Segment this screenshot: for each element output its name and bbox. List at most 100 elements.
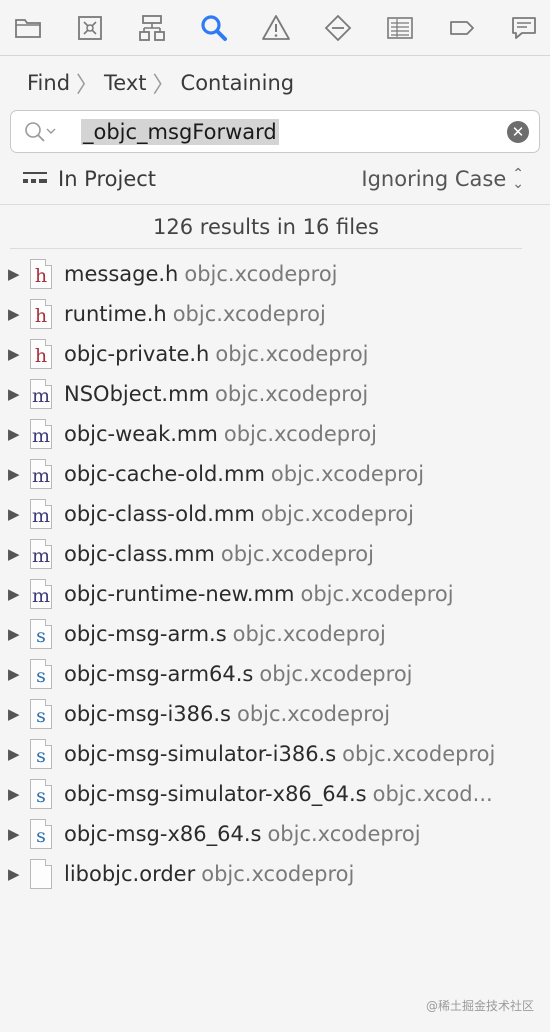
result-file-row[interactable]: ▶ m objc-cache-old.mm objc.xcodeproj <box>0 454 550 494</box>
disclosure-triangle-icon[interactable]: ▶ <box>0 265 30 283</box>
file-icon: s <box>30 659 52 689</box>
file-icon <box>30 859 52 889</box>
file-name: objc-class-old.mm <box>64 502 255 526</box>
disclosure-triangle-icon[interactable]: ▶ <box>0 705 30 723</box>
result-file-row[interactable]: ▶ s objc-msg-i386.s objc.xcodeproj <box>0 694 550 734</box>
file-name: objc-msg-arm.s <box>64 622 227 646</box>
disclosure-triangle-icon[interactable]: ▶ <box>0 865 30 883</box>
file-name: message.h <box>64 262 179 286</box>
search-field[interactable]: _objc_msgForward ✕ <box>10 110 540 153</box>
chevron-right-icon: 〉 <box>76 73 99 98</box>
file-icon: m <box>30 539 52 569</box>
file-name: objc-msg-arm64.s <box>64 662 254 686</box>
scope-icon <box>23 171 47 183</box>
disclosure-triangle-icon[interactable]: ▶ <box>0 665 30 683</box>
folder-icon[interactable] <box>10 10 46 46</box>
disclosure-triangle-icon[interactable]: ▶ <box>0 545 30 563</box>
project-name: objc.xcodeproj <box>220 542 374 566</box>
disclosure-triangle-icon[interactable]: ▶ <box>0 305 30 323</box>
report-message-icon[interactable] <box>506 10 542 46</box>
file-name: objc-runtime-new.mm <box>64 582 295 606</box>
updown-chevron-icon: ⌃ ⌄ <box>512 165 524 192</box>
disclosure-triangle-icon[interactable]: ▶ <box>0 585 30 603</box>
result-file-row[interactable]: ▶ s objc-msg-arm.s objc.xcodeproj <box>0 614 550 654</box>
search-input[interactable]: _objc_msgForward <box>81 118 279 145</box>
navigator-toolbar <box>0 0 550 56</box>
file-name: NSObject.mm <box>64 382 210 406</box>
file-icon: m <box>30 379 52 409</box>
project-name: objc.xcod... <box>372 782 493 806</box>
case-label: Ignoring Case <box>361 166 507 191</box>
disclosure-triangle-icon[interactable]: ▶ <box>0 385 30 403</box>
result-file-row[interactable]: ▶ m objc-runtime-new.mm objc.xcodeproj <box>0 574 550 614</box>
disclosure-triangle-icon[interactable]: ▶ <box>0 745 30 763</box>
result-file-row[interactable]: ▶ s objc-msg-simulator-x86_64.s objc.xcod..… <box>0 774 550 814</box>
results-summary: 126 results in 16 files <box>10 205 522 249</box>
file-icon: m <box>30 459 52 489</box>
disclosure-triangle-icon[interactable]: ▶ <box>0 785 30 803</box>
file-name: objc-class.mm <box>64 542 215 566</box>
crumb-text[interactable]: Text <box>104 71 146 95</box>
file-icon: h <box>30 259 52 289</box>
project-name: objc.xcodeproj <box>232 622 386 646</box>
disclosure-triangle-icon[interactable]: ▶ <box>0 465 30 483</box>
symbol-navigator-icon[interactable] <box>134 10 170 46</box>
project-name: objc.xcodeproj <box>260 502 414 526</box>
project-name: objc.xcodeproj <box>172 302 326 326</box>
result-file-row[interactable]: ▶ h objc-private.h objc.xcodeproj <box>0 334 550 374</box>
disclosure-triangle-icon[interactable]: ▶ <box>0 345 30 363</box>
disclosure-triangle-icon[interactable]: ▶ <box>0 625 30 643</box>
file-name: objc-msg-simulator-i386.s <box>64 742 337 766</box>
file-name: objc-msg-x86_64.s <box>64 822 262 846</box>
result-file-row[interactable]: ▶ m NSObject.mm objc.xcodeproj <box>0 374 550 414</box>
file-name: objc-msg-simulator-x86_64.s <box>64 782 367 806</box>
file-icon: s <box>30 779 52 809</box>
breakpoint-icon[interactable] <box>444 10 480 46</box>
result-file-row[interactable]: ▶ m objc-class-old.mm objc.xcodeproj <box>0 494 550 534</box>
project-name: objc.xcodeproj <box>215 342 369 366</box>
result-file-row[interactable]: ▶ m objc-weak.mm objc.xcodeproj <box>0 414 550 454</box>
project-name: objc.xcodeproj <box>300 582 454 606</box>
debug-navigator-icon[interactable] <box>382 10 418 46</box>
crumb-find[interactable]: Find <box>27 71 70 95</box>
search-navigator-icon[interactable] <box>196 10 232 46</box>
file-name: objc-weak.mm <box>64 422 218 446</box>
result-file-row[interactable]: ▶ s objc-msg-simulator-i386.s objc.xcodepro… <box>0 734 550 774</box>
file-name: libobjc.order <box>64 862 196 886</box>
search-options-icon[interactable] <box>23 119 57 145</box>
result-file-row[interactable]: ▶ s objc-msg-arm64.s objc.xcodeproj <box>0 654 550 694</box>
file-name: objc-msg-i386.s <box>64 702 231 726</box>
file-icon: h <box>30 339 52 369</box>
project-name: objc.xcodeproj <box>236 702 391 726</box>
file-name: runtime.h <box>64 302 167 326</box>
project-name: objc.xcodeproj <box>342 742 496 766</box>
result-file-row[interactable]: ▶ h runtime.h objc.xcodeproj <box>0 294 550 334</box>
file-icon: s <box>30 699 52 729</box>
crumb-containing[interactable]: Containing <box>181 71 295 95</box>
result-file-row[interactable]: ▶ m objc-class.mm objc.xcodeproj <box>0 534 550 574</box>
file-name: objc-cache-old.mm <box>64 462 265 486</box>
warning-icon[interactable] <box>258 10 294 46</box>
disclosure-triangle-icon[interactable]: ▶ <box>0 825 30 843</box>
project-name: objc.xcodeproj <box>201 862 355 886</box>
result-file-row[interactable]: ▶ h message.h objc.xcodeproj <box>0 254 550 294</box>
scope-label: In Project <box>58 166 157 191</box>
chevron-right-icon: 〉 <box>152 73 175 98</box>
disclosure-triangle-icon[interactable]: ▶ <box>0 425 30 443</box>
project-name: objc.xcodeproj <box>267 822 421 846</box>
test-diamond-icon[interactable] <box>320 10 356 46</box>
result-file-row[interactable]: ▶ s objc-msg-x86_64.s objc.xcodeproj <box>0 814 550 854</box>
file-icon: s <box>30 619 52 649</box>
case-sensitivity-popup[interactable]: Ignoring Case ⌃ ⌄ <box>361 167 524 191</box>
find-breadcrumb: Find 〉 Text 〉 Containing <box>0 56 550 110</box>
file-icon: m <box>30 579 52 609</box>
source-control-icon[interactable] <box>72 10 108 46</box>
scope-selector[interactable]: In Project <box>22 167 156 191</box>
disclosure-triangle-icon[interactable]: ▶ <box>0 505 30 523</box>
clear-search-icon[interactable]: ✕ <box>507 121 529 143</box>
project-name: objc.xcodeproj <box>270 462 425 486</box>
file-icon: m <box>30 499 52 529</box>
result-file-row[interactable]: ▶ libobjc.order objc.xcodeproj <box>0 854 550 894</box>
results-list: ▶ h message.h objc.xcodeproj ▶ h runtime.h objc… <box>0 249 550 894</box>
file-icon: s <box>30 739 52 769</box>
